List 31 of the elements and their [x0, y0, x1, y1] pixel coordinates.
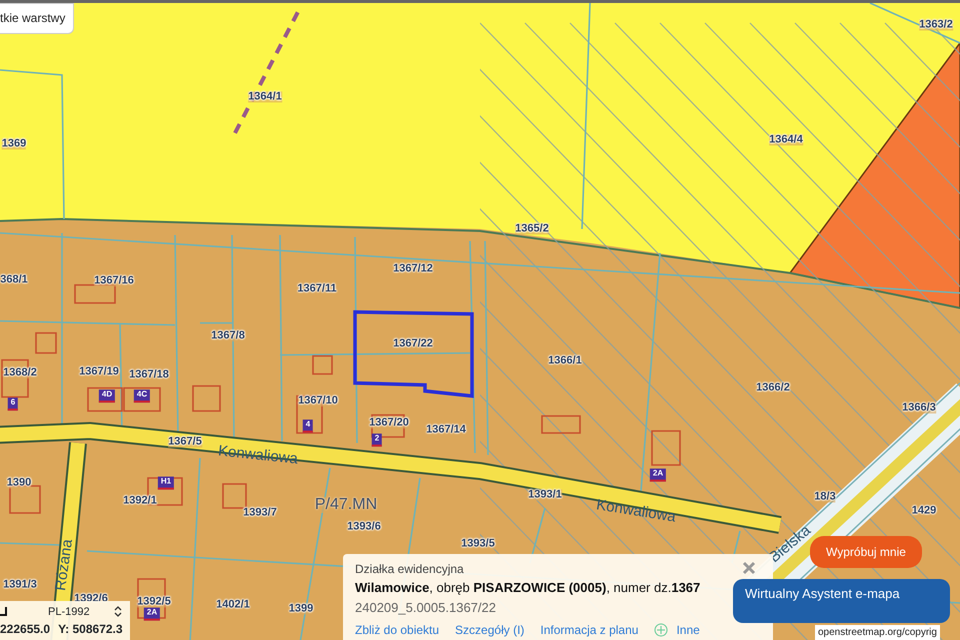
building-number-label: 4 [302, 420, 314, 432]
street-name-label: Konwaliowa [217, 443, 299, 467]
more-link[interactable]: Inne [676, 621, 700, 639]
street-name-label: Konwaliowa [595, 497, 677, 525]
try-me-bubble[interactable]: Wypróbuj mnie [810, 536, 922, 568]
popup-link[interactable]: Szczegóły (I) [455, 621, 524, 639]
map-attribution: openstreetmap.org/copyrig [815, 625, 940, 640]
street-name-label: Różana [52, 538, 76, 592]
building-number-label: 4D [98, 390, 116, 402]
popup-link[interactable]: Zbliż do obiektu [355, 621, 440, 639]
parcel-identifier: 240209_5.0005.1367/22 [355, 598, 497, 617]
y-coordinate-value: Y: 508672.3 [58, 621, 123, 638]
layers-button[interactable]: tkie warstwy [0, 3, 74, 34]
parcel-number-label: 1429 [912, 506, 936, 516]
plus-circle-icon[interactable] [654, 623, 668, 637]
x-coordinate-value: 222655.0 [0, 621, 50, 638]
building-number-label: H1 [158, 476, 174, 490]
building-number-label: 2A [144, 608, 160, 620]
corner-icon [0, 606, 8, 617]
close-icon[interactable] [741, 560, 757, 576]
up-down-icon[interactable] [114, 606, 122, 618]
popup-title: Działka ewidencyjna [355, 561, 465, 578]
popup-link[interactable]: Informacja z planu [540, 621, 638, 639]
building-number-label: 2A [650, 468, 666, 482]
building-number-label: 2 [372, 434, 382, 446]
building-number-label: 4C [134, 390, 150, 402]
parcel-number-label: 1393/1 [528, 490, 562, 500]
zone-label: P/47.MN [314, 497, 378, 513]
crs-select[interactable]: PL-1992 [48, 604, 90, 620]
virtual-assistant-button[interactable]: Wirtualny Asystent e-mapa [733, 579, 950, 623]
building-number-label: 6 [8, 398, 18, 410]
